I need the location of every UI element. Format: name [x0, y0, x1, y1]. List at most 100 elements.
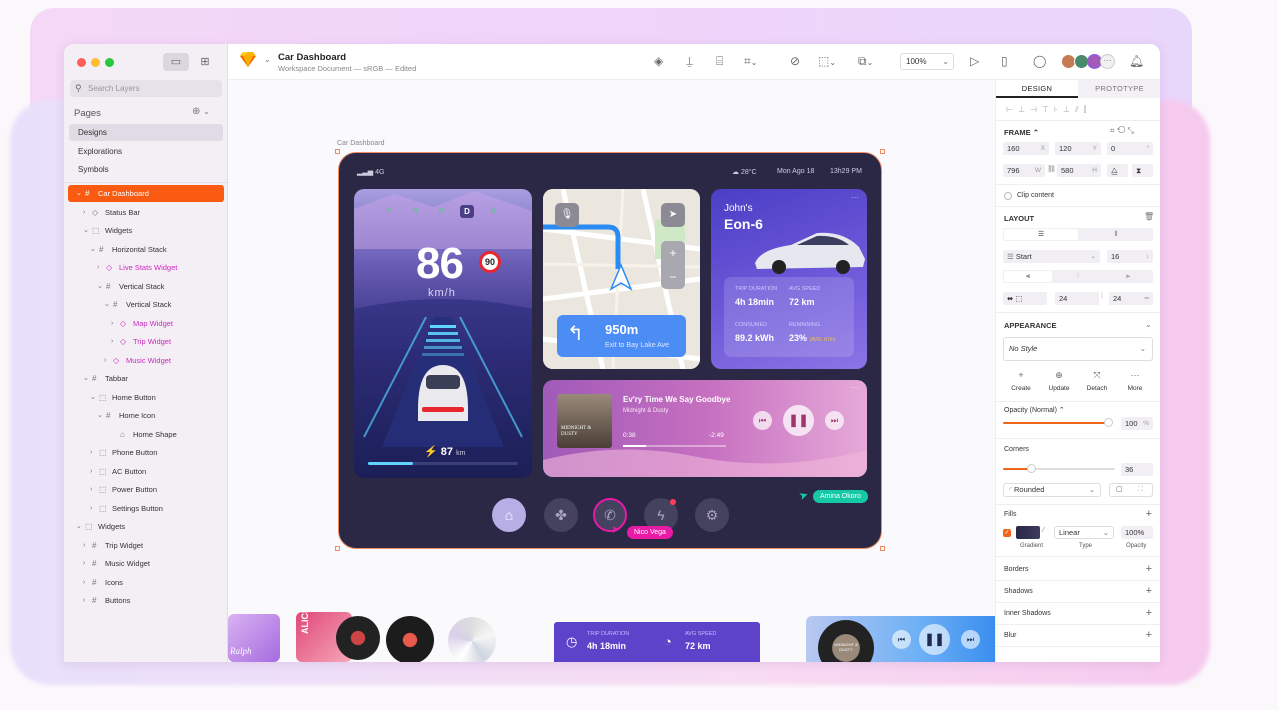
section-blur[interactable]: Blur [1004, 632, 1016, 639]
y-field[interactable]: 120 Y [1055, 142, 1101, 155]
vertical-layout-icon[interactable]: ☰ [1004, 229, 1078, 240]
chevron-down-icon[interactable]: ⌄ [76, 185, 82, 202]
more-avatars-icon[interactable]: ··· [1100, 54, 1115, 69]
section-shadows[interactable]: Shadows [1004, 588, 1033, 595]
search-layers-input[interactable]: ⚲ Search Layers [70, 80, 222, 97]
add-inner-shadows-icon[interactable]: + [1146, 607, 1152, 619]
section-inner-shadows[interactable]: Inner Shadows [1004, 610, 1051, 617]
layer-item[interactable]: › ◇ Status Bar [68, 204, 224, 221]
navigation-arrow-icon[interactable]: ➤ [661, 203, 685, 227]
flip-horizontal-icon[interactable]: ⧋ [1107, 164, 1128, 177]
eyedropper-icon[interactable]: ⁄ [1043, 527, 1044, 534]
components-grid-icon[interactable]: ⊞ [192, 53, 218, 71]
page-item-symbols[interactable]: Symbols [69, 161, 223, 178]
fill-enabled-checkbox[interactable]: ✓ [1003, 529, 1011, 537]
more-icon[interactable]: ··· [851, 193, 859, 202]
update-style-icon[interactable]: ⊕ [1046, 370, 1072, 381]
zoom-select[interactable]: 100% ⌄ [900, 53, 954, 70]
microphone-icon[interactable]: 🎙︎ [555, 203, 579, 227]
device-preview-icon[interactable]: ▯ [1001, 54, 1008, 68]
layer-item[interactable]: › ⬚ Power Button [68, 481, 224, 498]
opacity-slider-knob[interactable] [1104, 418, 1113, 427]
chevron-right-icon[interactable]: › [97, 259, 99, 276]
layer-item[interactable]: ⌄ # Horizontal Stack [68, 241, 224, 258]
layer-item[interactable]: › ◇ Trip Widget [68, 333, 224, 350]
layer-item[interactable]: › ◇ Live Stats Widget [68, 259, 224, 276]
layout-direction-toggle[interactable]: ☰ ⫴ [1003, 228, 1153, 241]
next-track-icon[interactable]: ⏭ [825, 411, 844, 430]
detach-style-icon[interactable]: ⤧ [1084, 370, 1110, 381]
corners-field[interactable]: 36 [1121, 463, 1153, 476]
corners-slider-knob[interactable] [1027, 464, 1036, 473]
previous-track-icon[interactable]: ⏮ [753, 411, 772, 430]
detach-style-button[interactable]: Detach [1080, 385, 1114, 392]
close-window-button[interactable] [77, 58, 86, 67]
zoom-window-button[interactable] [105, 58, 114, 67]
frame-tool-icon[interactable]: ⌗⌄ [744, 54, 757, 69]
layer-item[interactable]: ⌄ # Home Icon [68, 407, 224, 424]
horizontal-layout-icon[interactable]: ⫴ [1081, 229, 1151, 240]
selection-handle[interactable] [880, 546, 885, 551]
fill-opacity-field[interactable]: 100% [1121, 526, 1153, 539]
add-fill-icon[interactable]: + [1146, 508, 1152, 520]
add-borders-icon[interactable]: + [1146, 563, 1152, 575]
selection-handle[interactable] [335, 546, 340, 551]
corner-mode-toggle[interactable]: ▢ ⛶ [1109, 483, 1153, 497]
chevron-right-icon[interactable]: › [111, 333, 113, 350]
flip-vertical-icon[interactable]: ⧗ [1132, 164, 1153, 177]
add-shadows-icon[interactable]: + [1146, 585, 1152, 597]
chevron-down-icon[interactable]: ⌄ [83, 222, 89, 239]
padding-horizontal-field[interactable]: 24 [1055, 292, 1099, 305]
ac-button[interactable]: ✤ [544, 498, 578, 532]
comment-icon[interactable]: ◯ [1033, 54, 1046, 68]
independent-corners-icon[interactable]: ⛶ [1138, 484, 1143, 496]
more-icon[interactable]: ··· [851, 383, 859, 392]
align-select[interactable]: ☰ Start ⌄ [1003, 250, 1100, 263]
page-item-explorations[interactable]: Explorations [69, 143, 223, 160]
chevron-down-icon[interactable]: ⌄ [83, 370, 89, 387]
selection-handle[interactable] [335, 149, 340, 154]
padding-vertical-field[interactable]: 24 ═ [1109, 292, 1153, 305]
layer-item[interactable]: ⌄ # Vertical Stack [68, 278, 224, 295]
minimize-window-button[interactable] [91, 58, 100, 67]
layer-item[interactable]: › ⬚ Settings Button [68, 500, 224, 517]
more-style-icon[interactable]: ··· [1122, 370, 1148, 380]
map-widget[interactable]: 🎙︎ ➤ + − ↰ 950m Exit to Bay Lake Ave [543, 189, 700, 369]
corner-style-select[interactable]: ◜ Rounded ⌄ [1003, 483, 1101, 497]
layer-item[interactable]: › ⬚ Phone Button [68, 444, 224, 461]
chevron-down-icon[interactable]: ⌄ [104, 296, 110, 313]
chevron-right-icon[interactable]: › [104, 352, 106, 369]
trash-icon[interactable]: 🗑︎ [1144, 212, 1154, 221]
document-menu-chevron-icon[interactable]: ⌄ [264, 55, 271, 64]
layer-item[interactable]: › ⬚ AC Button [68, 463, 224, 480]
chevron-right-icon[interactable]: › [83, 204, 85, 221]
chevron-right-icon[interactable]: › [111, 315, 113, 332]
layer-item[interactable]: ⌄ ⬚ Widgets [68, 518, 224, 535]
next-track-icon[interactable]: ⏭ [961, 630, 980, 649]
section-borders[interactable]: Borders [1004, 566, 1029, 573]
chevron-down-icon[interactable]: ⌄ [97, 407, 103, 424]
frame-section-label[interactable]: FRAME ⌃ [1004, 128, 1039, 137]
home-button[interactable]: ⌂ [492, 498, 526, 532]
width-field[interactable]: 796 W [1003, 164, 1045, 177]
create-style-icon[interactable]: + [1008, 370, 1034, 380]
fill-color-swatch[interactable] [1016, 526, 1040, 539]
opacity-field[interactable]: 100% [1121, 417, 1153, 430]
zoom-in-icon[interactable]: + [661, 241, 685, 265]
create-style-button[interactable]: Create [1004, 385, 1038, 392]
alignment-toolbar[interactable]: ⊢⊥⊣⊤⊦⊥⫽⫿ [1006, 105, 1091, 115]
zoom-controls[interactable]: + − [661, 241, 685, 289]
chevron-right-icon[interactable]: › [90, 500, 92, 517]
vinyl-record[interactable] [336, 616, 380, 660]
align-icon[interactable]: ⌸ [716, 54, 723, 69]
chevron-right-icon[interactable]: › [90, 444, 92, 461]
pause-icon[interactable]: ❚❚ [783, 405, 814, 436]
page-item-designs[interactable]: Designs [69, 124, 223, 141]
chevron-right-icon[interactable]: › [83, 555, 85, 572]
layer-item[interactable]: › ◇ Music Widget [68, 352, 224, 369]
layer-item[interactable]: ⌄ # Car Dashboard [68, 185, 224, 202]
layer-item[interactable]: › # Music Widget [68, 555, 224, 572]
layer-item[interactable]: ⌄ ⬚ Widgets [68, 222, 224, 239]
layer-item[interactable]: ⌂ Home Shape [68, 426, 224, 443]
spacing-field[interactable]: 16 ↕ [1107, 250, 1153, 263]
